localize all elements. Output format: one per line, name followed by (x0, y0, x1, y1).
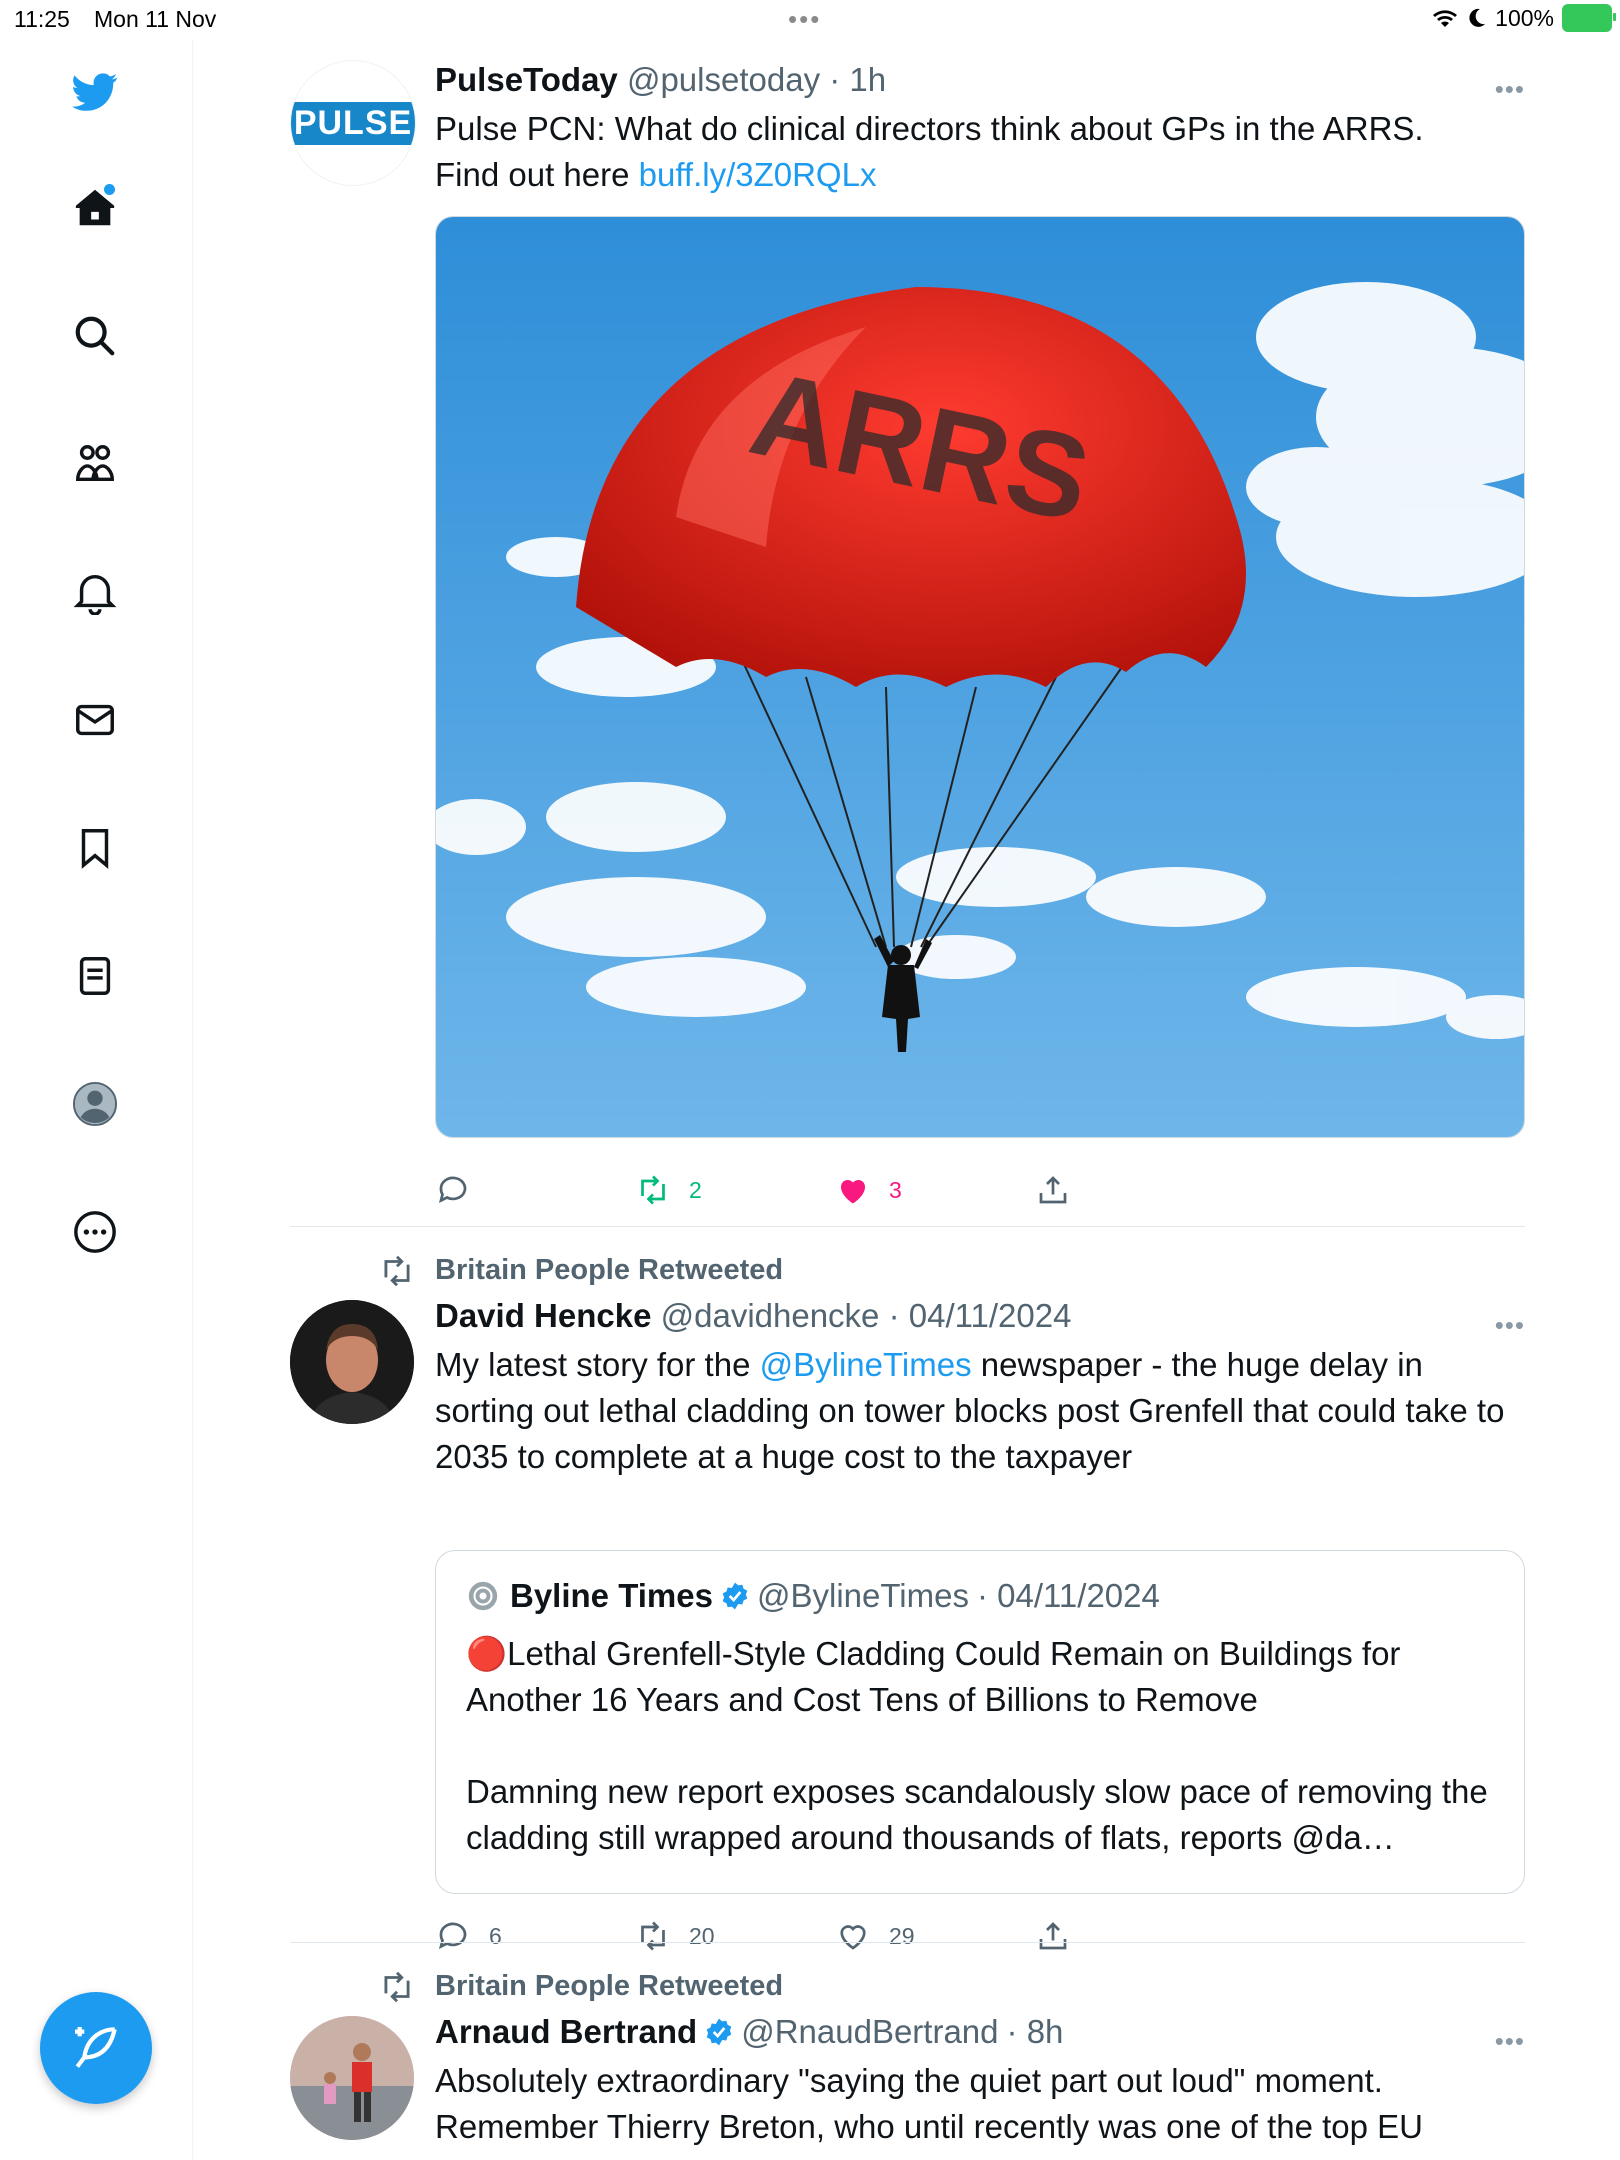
search-icon[interactable] (67, 308, 123, 364)
tweet-text-prefix: My latest story for the (435, 1346, 760, 1383)
verified-badge-icon (706, 2018, 732, 2046)
quote-text-body: Damning new report exposes scandalously … (466, 1773, 1488, 1856)
like-button[interactable]: 29 (835, 1918, 915, 1954)
avatar-photo (290, 2016, 414, 2140)
avatar[interactable] (290, 1300, 414, 1424)
reply-icon (438, 1176, 467, 1204)
display-name[interactable]: PulseToday (435, 61, 618, 98)
tweet-divider (290, 1942, 1525, 1943)
bookmark-icon[interactable] (67, 820, 123, 876)
retweeted-by[interactable]: Britain People Retweeted (435, 1254, 783, 1287)
timestamp[interactable]: · 8h (1007, 2012, 1064, 2052)
like-count: 29 (889, 1922, 915, 1949)
status-bar: 11:25 Mon 11 Nov ••• 100% (0, 0, 1620, 40)
parachute-illustration: ARRS (436, 217, 1524, 1137)
handle[interactable]: @davidhencke (661, 1297, 880, 1334)
mention-link[interactable]: @BylineTimes (760, 1346, 972, 1383)
status-date: Mon 11 Nov (94, 6, 217, 32)
retweeted-icon (384, 1971, 410, 2003)
tweet-content: Arnaud Bertrand @RnaudBertrand · 8h ••• … (435, 2012, 1525, 2150)
retweeted-icon (384, 1255, 410, 1287)
tweet-text-line1: Pulse PCN: What do clinical directors th… (435, 110, 1424, 147)
timestamp[interactable]: · 04/11/2024 (889, 1297, 1072, 1334)
share-button[interactable] (1035, 1172, 1071, 1208)
tweet-text-line2: Find out here (435, 156, 639, 193)
reply-button[interactable] (435, 1172, 489, 1208)
quote-text: 🔴Lethal Grenfell-Style Cladding Could Re… (466, 1631, 1496, 1861)
tweet-actions: 6 20 29 (435, 1918, 1525, 1958)
tweet-divider (290, 1226, 1525, 1227)
more-options-icon[interactable]: ••• (1495, 1310, 1525, 1341)
retweet-count: 2 (689, 1176, 702, 1203)
quote-display-name[interactable]: Byline Times (510, 1577, 713, 1615)
display-name[interactable]: Arnaud Bertrand (435, 2012, 697, 2052)
twitter-bird-icon[interactable] (67, 64, 123, 120)
battery-icon (1562, 4, 1616, 32)
avatar-photo (290, 1300, 414, 1424)
retweet-icon (641, 1175, 665, 1205)
battery-percent: 100% (1495, 4, 1554, 31)
share-icon (1039, 1922, 1067, 1950)
retweet-count: 20 (689, 1922, 715, 1949)
timestamp[interactable]: · 1h (829, 61, 886, 98)
lists-icon[interactable] (67, 948, 123, 1004)
retweet-button[interactable]: 20 (635, 1918, 715, 1954)
status-right: 100% (1431, 4, 1616, 32)
tweet-header: PulseToday @pulsetoday · 1h (435, 60, 1525, 100)
verified-badge-icon (722, 1582, 748, 1610)
quote-header: Byline Times @BylineTimes · 04/11/2024 (466, 1577, 1160, 1615)
quote-tweet[interactable]: Byline Times @BylineTimes · 04/11/2024 🔴… (435, 1550, 1525, 1894)
tweet-text: My latest story for the @BylineTimes new… (435, 1342, 1525, 1480)
retweeted-by[interactable]: Britain People Retweeted (435, 1970, 783, 2003)
reply-count: 6 (489, 1922, 502, 1949)
tweet-image[interactable]: ARRS (435, 216, 1525, 1138)
messages-mail-icon[interactable] (67, 692, 123, 748)
retweet-button[interactable]: 2 (635, 1172, 702, 1208)
share-button[interactable] (1035, 1918, 1071, 1954)
display-name[interactable]: David Hencke (435, 1297, 651, 1334)
tweet-content: PulseToday @pulsetoday · 1h ••• Pulse PC… (435, 60, 1525, 1205)
moon-icon (1469, 8, 1486, 27)
handle[interactable]: @RnaudBertrand (741, 2012, 998, 2052)
communities-icon[interactable] (67, 436, 123, 492)
notifications-bell-icon[interactable] (67, 564, 123, 620)
tweet-header: Arnaud Bertrand @RnaudBertrand · 8h (435, 2012, 1525, 2052)
reply-button[interactable]: 6 (435, 1918, 502, 1954)
profile-avatar-icon[interactable] (67, 1076, 123, 1132)
home-icon[interactable] (67, 180, 123, 236)
wifi-icon (1433, 10, 1458, 27)
heart-outline-icon (840, 1925, 866, 1950)
retweet-icon (641, 1921, 665, 1951)
like-count: 3 (889, 1176, 902, 1203)
quote-timestamp[interactable]: · 04/11/2024 (977, 1577, 1160, 1615)
quote-handle[interactable]: @BylineTimes (757, 1577, 969, 1615)
share-icon (1039, 1176, 1067, 1204)
tweet-header: David Hencke @davidhencke · 04/11/2024 (435, 1296, 1525, 1336)
tweet-link[interactable]: buff.ly/3Z0RQLx (639, 156, 877, 193)
reply-icon (438, 1922, 467, 1950)
avatar[interactable] (290, 2016, 414, 2140)
avatar[interactable]: PULSE (290, 60, 416, 186)
pulse-logo: PULSE (291, 101, 415, 145)
status-time: 11:25 (14, 6, 70, 32)
tweet-actions: 2 3 (435, 1172, 1525, 1212)
quote-text-headline: 🔴Lethal Grenfell-Style Cladding Could Re… (466, 1635, 1401, 1718)
heart-filled-icon (840, 1179, 866, 1204)
home-notification-dot (104, 184, 115, 195)
compose-button[interactable] (40, 1992, 152, 2104)
tweet-content: David Hencke @davidhencke · 04/11/2024 •… (435, 1296, 1525, 1480)
more-circle-icon[interactable] (67, 1204, 123, 1260)
tweet-text: Absolutely extraordinary "saying the qui… (435, 2062, 1424, 2145)
sidebar (0, 40, 193, 2160)
multitasking-dots[interactable]: ••• (788, 4, 821, 35)
tweet-text: Pulse PCN: What do clinical directors th… (435, 106, 1525, 198)
handle[interactable]: @pulsetoday (627, 61, 820, 98)
more-options-icon[interactable]: ••• (1495, 2026, 1525, 2057)
more-options-icon[interactable]: ••• (1495, 74, 1525, 105)
like-button[interactable]: 3 (835, 1172, 902, 1208)
compose-feather-icon (75, 2027, 117, 2068)
byline-avatar-icon (468, 1581, 498, 1611)
